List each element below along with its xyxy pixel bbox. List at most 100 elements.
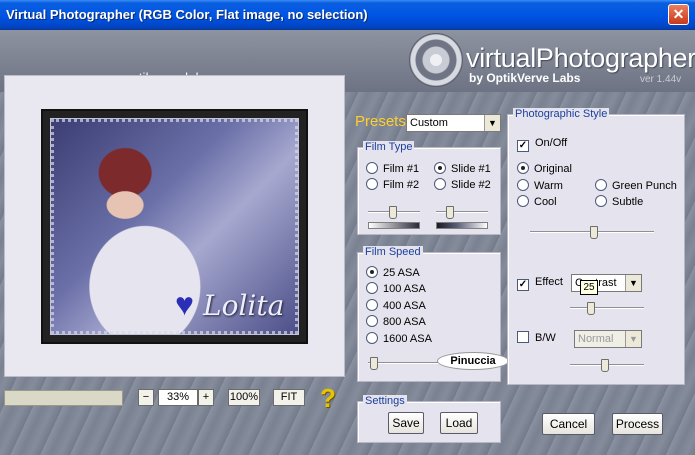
photographic-style-title: Photographic Style [513,108,610,120]
cancel-button[interactable]: Cancel [542,413,595,435]
slider-thumb[interactable] [601,359,609,372]
zoom-bar: − 33% + 100% FIT ? [4,383,344,413]
slide-gradient-bar [436,222,488,229]
chevron-down-icon[interactable]: ▼ [625,331,641,347]
radio-icon [366,178,378,190]
save-button[interactable]: Save [388,412,424,434]
radio-icon [517,195,529,207]
chevron-down-icon[interactable]: ▼ [625,275,641,291]
asa-800-radio[interactable]: 800 ASA [366,315,426,329]
style-green-punch-label: Green Punch [612,180,677,192]
effect-label: Effect [535,276,563,288]
film-2-label: Film #2 [383,179,420,191]
bw-label: B/W [535,332,556,344]
style-subtle-radio[interactable]: Subtle [595,195,643,209]
bw-dropdown[interactable]: Normal ▼ [574,330,642,348]
film-type-slider-2[interactable] [436,206,488,219]
film-type-group: Film Type Film #1 Slide #1 Film #2 Slide… [357,141,501,235]
close-button[interactable]: ✕ [668,4,689,25]
radio-icon [366,299,378,311]
radio-icon [366,332,378,344]
preview-panel: ♥ Lolita [4,75,345,377]
slider-value-tooltip: 25 [580,280,598,295]
film-1-label: Film #1 [383,163,420,175]
style-warm-label: Warm [534,180,563,192]
bw-value: Normal [578,333,614,345]
heart-icon: ♥ [175,286,194,322]
radio-icon [434,178,446,190]
style-intensity-slider[interactable] [530,226,654,239]
asa-800-label: 800 ASA [383,316,426,328]
photographic-style-group: Photographic Style ✓ On/Off Original Warm… [507,108,685,385]
window-title: Virtual Photographer (RGB Color, Flat im… [6,7,368,22]
logo-subtitle: by OptikVerve Labs [469,71,581,85]
style-original-label: Original [534,163,572,175]
load-button[interactable]: Load [440,412,478,434]
help-icon[interactable]: ? [320,383,336,414]
presets-dropdown[interactable]: Custom ▼ [406,114,501,132]
asa-100-label: 100 ASA [383,283,426,295]
style-onoff-checkbox[interactable]: ✓ On/Off [517,137,567,152]
style-cool-radio[interactable]: Cool [517,195,557,209]
settings-group: Settings Save Load [357,395,501,443]
film-2-radio[interactable]: Film #2 [366,178,419,192]
logo-text: virtualPhotographer [466,43,695,73]
zoom-in-button[interactable]: + [198,389,214,406]
checkbox-icon: ✓ [517,140,529,152]
radio-icon [366,162,378,174]
settings-title: Settings [363,395,407,407]
checkbox-icon [517,331,529,343]
presets-label: Presets [355,113,406,130]
chevron-down-icon[interactable]: ▼ [484,115,500,131]
asa-25-radio[interactable]: 25 ASA [366,266,420,280]
asa-1600-radio[interactable]: 1600 ASA [366,332,432,346]
radio-icon [595,179,607,191]
bw-checkbox[interactable]: B/W [517,331,556,345]
effect-checkbox[interactable]: ✓ Effect [517,276,563,291]
radio-icon [434,162,446,174]
radio-icon [517,162,529,174]
signature-text: Lolita [203,289,285,322]
asa-400-radio[interactable]: 400 ASA [366,299,426,313]
film-gradient-bar [368,222,420,229]
style-green-punch-radio[interactable]: Green Punch [595,179,677,193]
slide-2-radio[interactable]: Slide #2 [434,178,491,192]
film-1-radio[interactable]: Film #1 [366,162,419,176]
radio-icon [595,195,607,207]
asa-25-label: 25 ASA [383,267,420,279]
process-button[interactable]: Process [612,413,663,435]
slider-thumb[interactable] [446,206,454,219]
slider-thumb[interactable] [370,357,378,370]
slider-track [436,211,488,213]
presets-value: Custom [410,117,448,129]
slide-1-radio[interactable]: Slide #1 [434,162,491,176]
zoom-fit-button[interactable]: FIT [273,389,305,406]
asa-100-radio[interactable]: 100 ASA [366,282,426,296]
slider-track [570,307,644,309]
style-original-radio[interactable]: Original [517,162,572,176]
slider-thumb[interactable] [389,206,397,219]
style-warm-radio[interactable]: Warm [517,179,563,193]
bw-slider[interactable] [570,359,644,372]
film-type-title: Film Type [363,141,415,153]
preview-frame: ♥ Lolita [41,109,308,344]
film-speed-title: Film Speed [363,246,423,258]
slider-thumb[interactable] [587,302,595,315]
film-type-slider-1[interactable] [368,206,420,219]
radio-icon [366,266,378,278]
zoom-100-button[interactable]: 100% [228,389,260,406]
progress-bar [4,390,123,406]
effect-slider[interactable] [570,302,644,315]
slide-2-label: Slide #2 [451,179,491,191]
zoom-out-button[interactable]: − [138,389,154,406]
slide-1-label: Slide #1 [451,163,491,175]
style-cool-label: Cool [534,196,557,208]
zoom-value-field[interactable]: 33% [158,389,198,406]
slider-thumb[interactable] [590,226,598,239]
asa-1600-label: 1600 ASA [383,333,432,345]
aperture-logo-icon [409,33,463,87]
preview-image[interactable]: ♥ Lolita [50,118,299,335]
style-subtle-label: Subtle [612,196,644,208]
checkbox-icon: ✓ [517,279,529,291]
radio-icon [366,282,378,294]
